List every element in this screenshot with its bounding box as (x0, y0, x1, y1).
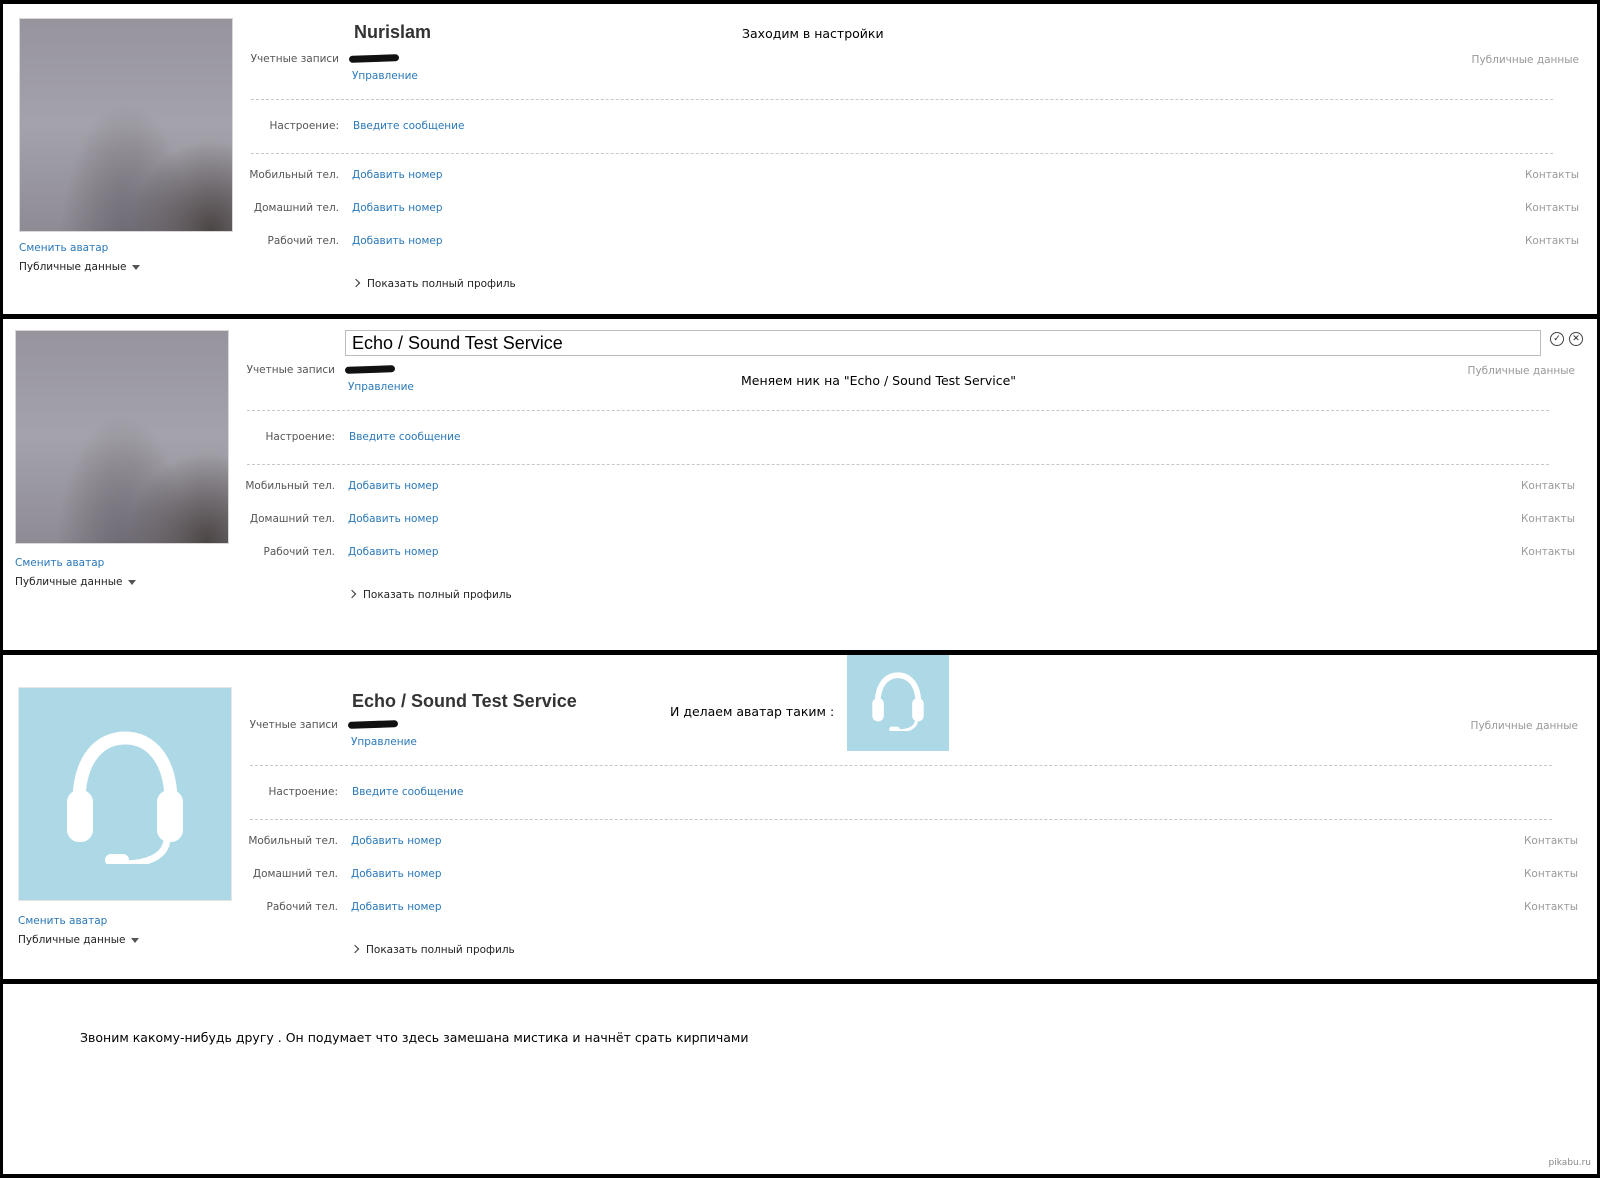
add-work-number-link[interactable]: Добавить номер (348, 546, 439, 558)
change-avatar-link[interactable]: Сменить аватар (15, 557, 104, 569)
divider (251, 153, 1553, 154)
add-mobile-number-link[interactable]: Добавить номер (352, 169, 443, 181)
step-caption: Заходим в настройки (742, 26, 884, 41)
show-full-profile-label: Показать полный профиль (366, 944, 515, 956)
mood-input-link[interactable]: Введите сообщение (352, 786, 463, 798)
avatar[interactable] (19, 18, 233, 232)
watermark: pikabu.ru (1548, 1158, 1591, 1168)
divider (247, 464, 1549, 465)
mood-label: Настроение: (265, 431, 335, 443)
step-caption: И делаем аватар таким : (670, 704, 835, 719)
manage-link[interactable]: Управление (348, 381, 414, 393)
public-data-label: Публичные данные (1467, 365, 1575, 377)
chevron-right-icon (350, 944, 360, 954)
avatar[interactable] (15, 330, 229, 544)
public-data-dropdown[interactable]: Публичные данные (18, 934, 140, 946)
add-home-number-link[interactable]: Добавить номер (352, 202, 443, 214)
manage-link[interactable]: Управление (352, 70, 418, 82)
profile-panel-3: Сменить аватар Публичные данные Echo / S… (3, 655, 1597, 979)
profile-name[interactable]: Nurislam (354, 22, 431, 43)
accounts-label: Учетные записи (249, 719, 338, 731)
final-caption-panel: Звоним какому-нибудь другу . Он подумает… (3, 984, 1597, 1174)
contacts-label: Контакты (1523, 835, 1578, 847)
home-phone-label: Домашний тел. (253, 202, 339, 214)
public-data-dropdown[interactable]: Публичные данные (19, 261, 141, 273)
show-full-profile-button[interactable]: Показать полный профиль (347, 589, 512, 601)
chevron-right-icon (351, 278, 361, 288)
add-home-number-link[interactable]: Добавить номер (351, 868, 442, 880)
show-full-profile-button[interactable]: Показать полный профиль (350, 944, 515, 956)
contacts-label: Контакты (1524, 235, 1579, 247)
redacted-account (348, 54, 400, 63)
change-avatar-link[interactable]: Сменить аватар (18, 915, 107, 927)
profile-name[interactable]: Echo / Sound Test Service (352, 691, 577, 712)
checkmark-circle-icon[interactable]: ✓ (1550, 332, 1564, 346)
contacts-label: Контакты (1524, 169, 1579, 181)
headset-icon (67, 731, 183, 864)
work-phone-label: Рабочий тел. (266, 901, 338, 913)
public-data-dropdown-label: Публичные данные (18, 934, 126, 946)
mood-input-link[interactable]: Введите сообщение (353, 120, 464, 132)
caret-down-icon (131, 937, 140, 943)
avatar[interactable] (18, 687, 232, 901)
divider (250, 819, 1552, 820)
mood-label: Настроение: (269, 120, 339, 132)
accounts-label: Учетные записи (246, 364, 335, 376)
public-data-dropdown-label: Публичные данные (15, 576, 123, 588)
add-work-number-link[interactable]: Добавить номер (352, 235, 443, 247)
contacts-label: Контакты (1520, 546, 1575, 558)
work-phone-label: Рабочий тел. (267, 235, 339, 247)
add-home-number-link[interactable]: Добавить номер (348, 513, 439, 525)
public-data-label: Публичные данные (1470, 720, 1578, 732)
contacts-label: Контакты (1524, 202, 1579, 214)
divider (247, 410, 1549, 411)
caret-down-icon (132, 264, 141, 270)
mobile-phone-label: Мобильный тел. (248, 835, 338, 847)
change-avatar-link[interactable]: Сменить аватар (19, 242, 108, 254)
redacted-account (344, 365, 396, 374)
home-phone-label: Домашний тел. (252, 868, 338, 880)
headset-avatar-preview (847, 655, 949, 751)
profile-panel-1: Сменить аватар Публичные данные Nurislam… (3, 4, 1597, 314)
mood-input-link[interactable]: Введите сообщение (349, 431, 460, 443)
divider (250, 765, 1552, 766)
add-mobile-number-link[interactable]: Добавить номер (348, 480, 439, 492)
show-full-profile-label: Показать полный профиль (363, 589, 512, 601)
work-phone-label: Рабочий тел. (263, 546, 335, 558)
redacted-account (347, 720, 399, 729)
contacts-label: Контакты (1523, 868, 1578, 880)
contacts-label: Контакты (1520, 513, 1575, 525)
home-phone-label: Домашний тел. (249, 513, 335, 525)
add-work-number-link[interactable]: Добавить номер (351, 901, 442, 913)
divider (251, 99, 1553, 100)
headset-icon (872, 672, 924, 731)
contacts-label: Контакты (1523, 901, 1578, 913)
mood-label: Настроение: (268, 786, 338, 798)
close-circle-icon[interactable]: ✕ (1569, 332, 1583, 346)
step-caption: Меняем ник на "Echo / Sound Test Service… (741, 373, 1017, 388)
profile-panel-2: Сменить аватар Публичные данные ✓ ✕ Меня… (3, 319, 1597, 650)
add-mobile-number-link[interactable]: Добавить номер (351, 835, 442, 847)
mobile-phone-label: Мобильный тел. (245, 480, 335, 492)
contacts-label: Контакты (1520, 480, 1575, 492)
mobile-phone-label: Мобильный тел. (249, 169, 339, 181)
public-data-dropdown-label: Публичные данные (19, 261, 127, 273)
final-caption: Звоним какому-нибудь другу . Он подумает… (80, 1030, 749, 1045)
manage-link[interactable]: Управление (351, 736, 417, 748)
public-data-label: Публичные данные (1471, 54, 1579, 66)
profile-name-input[interactable] (345, 330, 1541, 356)
chevron-right-icon (347, 589, 357, 599)
show-full-profile-label: Показать полный профиль (367, 278, 516, 290)
accounts-label: Учетные записи (250, 53, 339, 65)
show-full-profile-button[interactable]: Показать полный профиль (351, 278, 516, 290)
public-data-dropdown[interactable]: Публичные данные (15, 576, 137, 588)
caret-down-icon (128, 579, 137, 585)
